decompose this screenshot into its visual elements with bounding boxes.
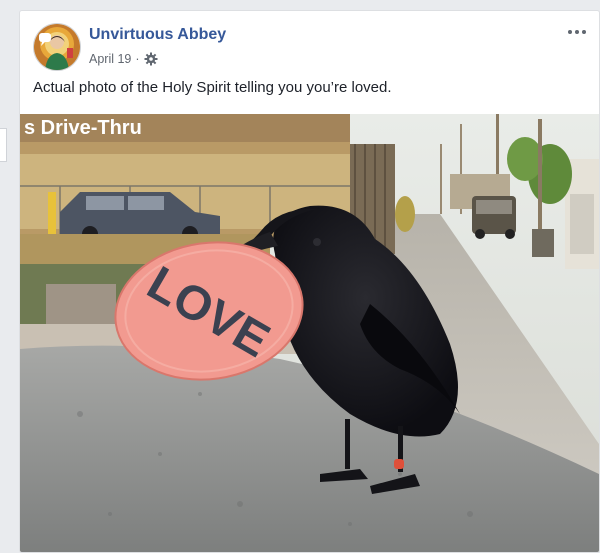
garage-door xyxy=(570,194,594,254)
yellow-post xyxy=(48,192,56,234)
utility-pole xyxy=(440,144,442,214)
more-dot xyxy=(575,30,579,34)
page-avatar[interactable] xyxy=(33,23,81,71)
post-date-link[interactable]: April 19 xyxy=(89,52,131,66)
more-dot xyxy=(582,30,586,34)
page-name-link[interactable]: Unvirtuous Abbey xyxy=(89,26,226,44)
gear-icon[interactable] xyxy=(144,52,158,66)
crow-leg xyxy=(345,419,350,469)
post-caption: Actual photo of the Holy Spirit telling … xyxy=(33,79,392,96)
more-options-icon[interactable] xyxy=(565,23,589,41)
adjacent-card-edge xyxy=(0,128,7,162)
concrete-block xyxy=(46,284,116,326)
post-header: Unvirtuous Abbey April 19 · Actual photo… xyxy=(20,11,599,115)
shrub xyxy=(395,196,415,232)
crow-eye xyxy=(313,238,321,246)
truck-window xyxy=(476,200,512,214)
leg-band xyxy=(394,459,404,469)
bin xyxy=(532,229,554,257)
building-sign: s Drive-Thru xyxy=(24,117,142,139)
post-card: Unvirtuous Abbey April 19 · Actual photo… xyxy=(19,10,600,553)
avatar-image xyxy=(34,24,80,70)
tree xyxy=(507,137,543,181)
post-photo[interactable]: s Drive-Thru LOVE xyxy=(20,114,599,552)
more-dot xyxy=(568,30,572,34)
meta-separator: · xyxy=(135,52,140,66)
post-meta: April 19 · xyxy=(89,52,158,66)
